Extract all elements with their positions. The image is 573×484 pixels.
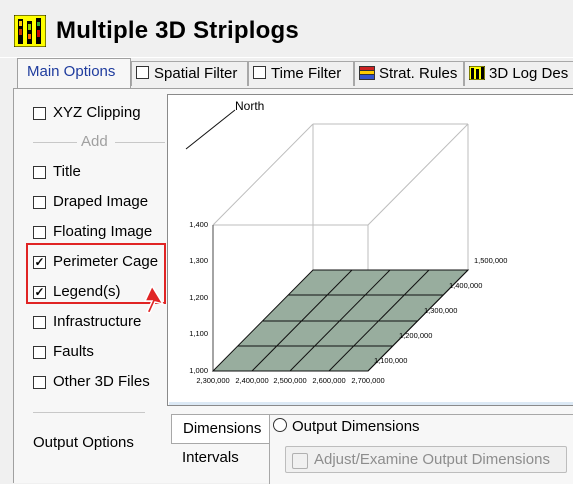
x-tick-label: 2,400,000 [235,376,268,385]
title-option-label: Title [53,163,81,180]
preview-divider [169,402,573,405]
y-tick-label: 1,400,000 [449,281,482,290]
other-3d-files-label: Other 3D Files [53,373,150,390]
infrastructure-checkbox[interactable] [33,316,46,329]
tab-main-options[interactable]: Main Options [17,58,131,88]
radio-circle-icon[interactable] [273,418,287,432]
xyz-clipping-label: XYZ Clipping [53,104,141,121]
output-dimensions-label: Output Dimensions [292,418,420,435]
cage-edge [212,123,314,226]
output-options-link[interactable]: Output Options [33,434,134,451]
infrastructure-label: Infrastructure [53,313,142,330]
north-label: North [235,99,264,113]
tab-time-filter-label: Time Filter [271,65,342,82]
x-tick-label: 2,500,000 [273,376,306,385]
floating-image-checkbox[interactable] [33,226,46,239]
output-tabs: Dimensions Intervals Output Dimensions A… [171,414,573,484]
tab-intervals[interactable]: Intervals [171,444,269,474]
add-separator: Add [33,133,165,151]
draped-image-label: Draped Image [53,193,149,210]
title-bar: Multiple 3D Striplogs [0,0,573,58]
z-tick-label: 1,100 [189,329,208,338]
add-separator-line-left [33,142,77,143]
time-filter-checkbox[interactable] [253,66,266,79]
options-tabstrip: Main Options Spatial Filter Time Filter … [0,58,573,88]
z-tick-label: 1,300 [189,256,208,265]
floating-image-label: Floating Image [53,223,153,240]
output-dimensions-radio[interactable]: Output Dimensions [273,418,420,435]
add-separator-line-right [115,142,165,143]
tab-strat-rules[interactable]: Strat. Rules [354,61,464,86]
faults-label: Faults [53,343,94,360]
output-options-divider [33,412,145,413]
draped-image-checkbox[interactable] [33,196,46,209]
z-tick-label: 1,000 [189,366,208,375]
tab-3d-log-design[interactable]: 3D Log Des [464,61,573,86]
north-arrow-icon [185,109,236,150]
z-tick-label: 1,200 [189,293,208,302]
title-checkbox[interactable] [33,166,46,179]
tab-3d-log-design-label: 3D Log Des [489,65,569,82]
striplog-app-icon [14,15,46,47]
add-separator-label: Add [81,133,108,150]
y-tick-label: 1,300,000 [424,306,457,315]
tab-spatial-filter-label: Spatial Filter [154,65,238,82]
x-tick-label: 2,300,000 [196,376,229,385]
tab-strat-rules-label: Strat. Rules [379,65,458,82]
y-tick-label: 1,500,000 [474,256,507,265]
cage-edge [367,123,469,226]
other-3d-files-checkbox[interactable] [33,376,46,389]
z-tick-label: 1,400 [189,220,208,229]
faults-checkbox[interactable] [33,346,46,359]
adjust-button-label: Adjust/Examine Output Dimensions [314,451,550,468]
adjust-output-dimensions-button[interactable]: Adjust/Examine Output Dimensions [285,446,567,473]
x-tick-label: 2,600,000 [312,376,345,385]
x-tick-label: 2,700,000 [351,376,384,385]
strat-rules-icon [359,66,375,80]
main-options-panel: XYZ Clipping Add Title Draped Image Floa… [13,88,573,484]
log-design-icon [469,66,485,80]
3d-cage-preview: North 1,400 1,300 1,200 1,100 1,000 2,30… [185,99,507,385]
y-tick-label: 1,100,000 [374,356,407,365]
spatial-filter-checkbox[interactable] [136,66,149,79]
tab-dimensions[interactable]: Dimensions [171,414,269,444]
tab-main-options-label: Main Options [27,63,116,80]
button-icon [292,453,308,469]
tab-time-filter[interactable]: Time Filter [248,61,354,86]
xyz-clipping-checkbox[interactable] [33,107,46,120]
mouse-pointer-icon [143,285,164,314]
tab-spatial-filter[interactable]: Spatial Filter [131,61,248,86]
window-title: Multiple 3D Striplogs [56,17,299,44]
y-tick-label: 1,200,000 [399,331,432,340]
3d-preview-pane: North 1,400 1,300 1,200 1,100 1,000 2,30… [167,94,573,406]
